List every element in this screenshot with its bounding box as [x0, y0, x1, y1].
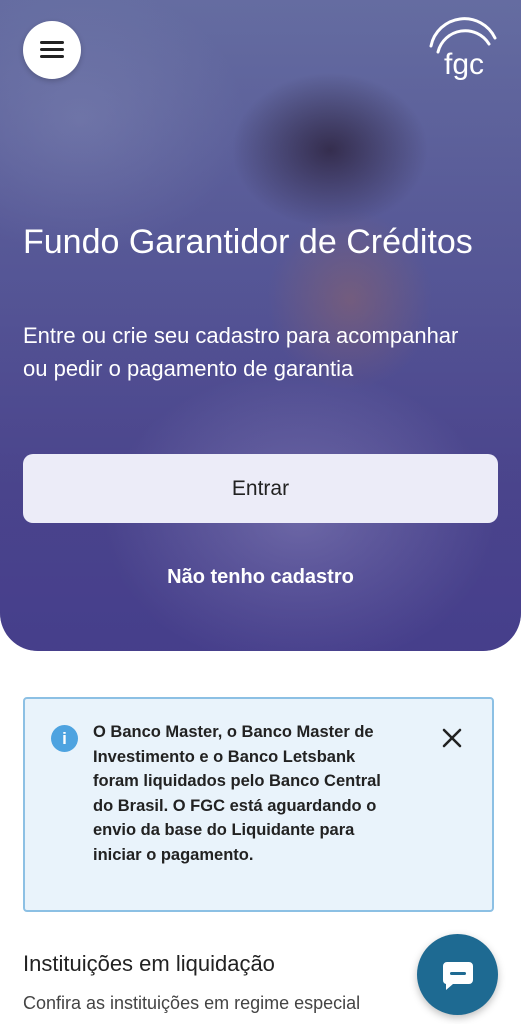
menu-button[interactable]: [23, 21, 81, 79]
fgc-logo: fgc: [429, 17, 497, 81]
liquidation-section-subtitle: Confira as instituições em regime especi…: [23, 993, 361, 1013]
register-link[interactable]: Não tenho cadastro: [0, 566, 521, 589]
svg-text:fgc: fgc: [444, 48, 484, 81]
alert-message: O Banco Master, o Banco Master de Invest…: [93, 723, 381, 864]
chat-button[interactable]: [417, 934, 498, 1015]
close-icon[interactable]: [441, 727, 463, 749]
hamburger-menu-icon: [40, 41, 64, 59]
page-title: Fundo Garantidor de Créditos: [23, 223, 473, 261]
hero-banner: fgc Fundo Garantidor de Créditos Entre o…: [0, 0, 521, 651]
info-icon: i: [51, 725, 78, 752]
hero-subtitle: Entre ou crie seu cadastro para acompanh…: [23, 323, 459, 381]
chat-bubble-icon: [442, 961, 473, 990]
enter-button[interactable]: Entrar: [23, 454, 498, 523]
liquidation-section-title: Instituições em liquidação: [23, 951, 275, 976]
info-alert: i O Banco Master, o Banco Master de Inve…: [23, 697, 494, 912]
